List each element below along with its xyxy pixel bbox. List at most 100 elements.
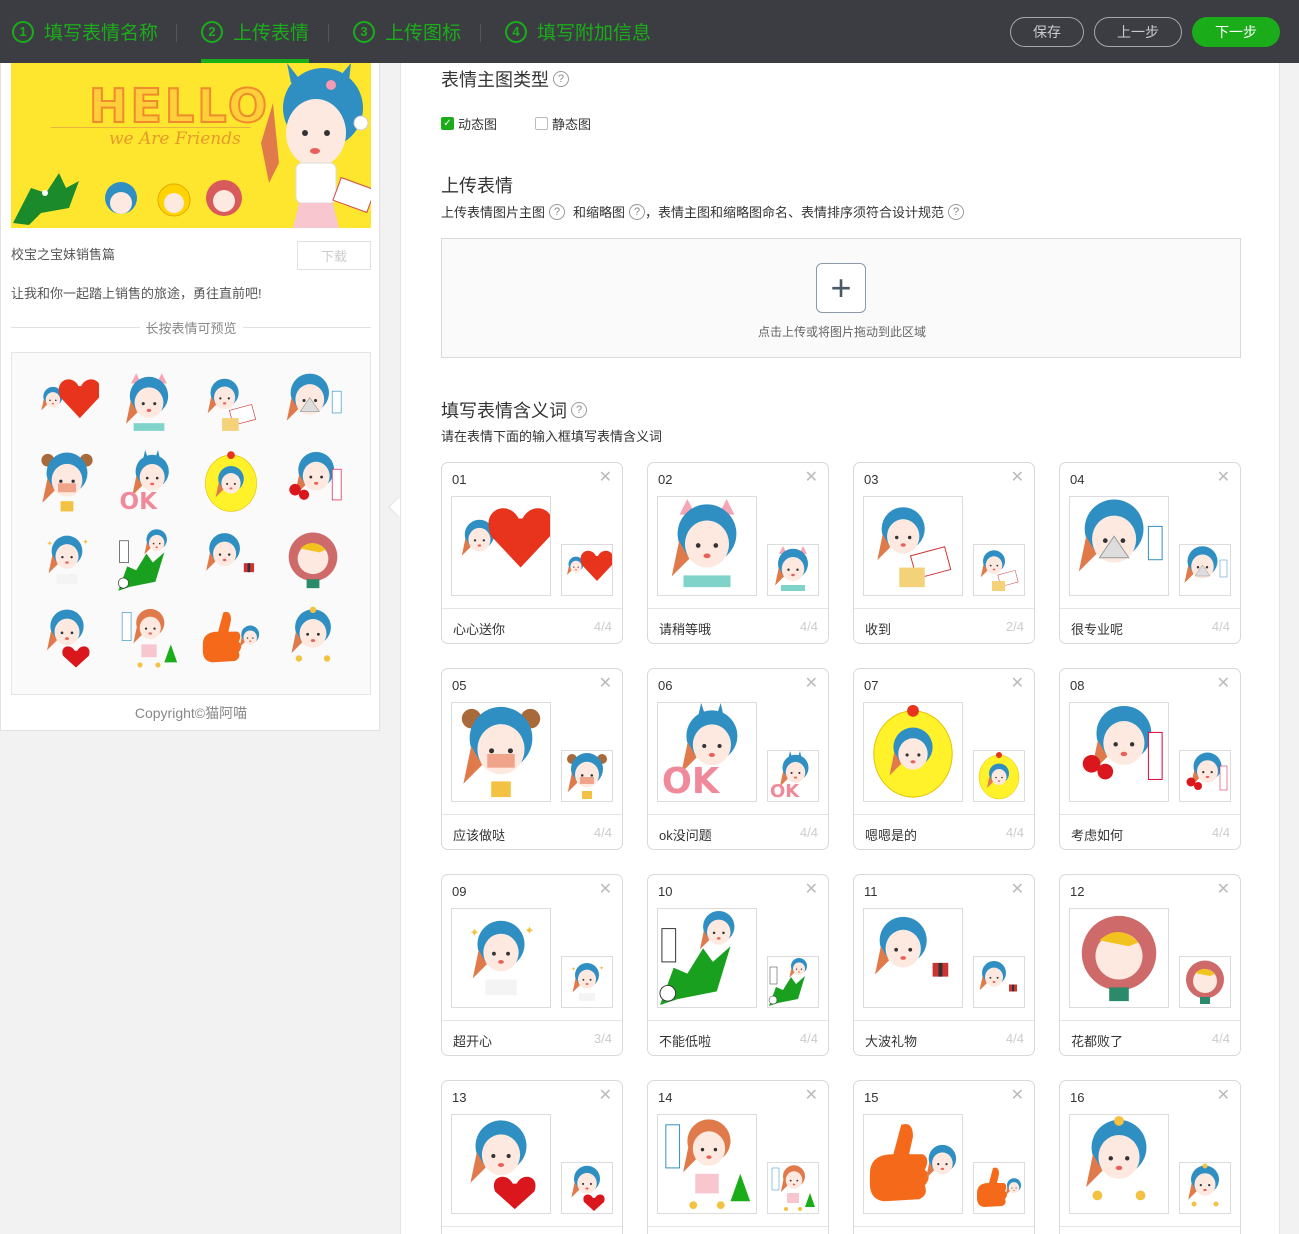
close-icon[interactable]: ✕: [599, 1085, 612, 1105]
meaning-input[interactable]: 超开心 3/4: [442, 1020, 622, 1056]
preview-sticker-13[interactable]: [26, 599, 108, 677]
meaning-input[interactable]: 请稍等哦 4/4: [648, 608, 828, 644]
sticker-thumbnail[interactable]: [973, 956, 1025, 1008]
option-animated-label[interactable]: 动态图: [458, 114, 497, 133]
char-count: 4/4: [1005, 1031, 1024, 1046]
sticker-thumbnail[interactable]: [1179, 1162, 1231, 1214]
preview-sticker-05[interactable]: [26, 443, 108, 521]
sticker-thumbnail[interactable]: [767, 1162, 819, 1214]
close-icon[interactable]: ✕: [1011, 879, 1024, 899]
step-3-upload-icon[interactable]: 3 上传图标: [353, 0, 461, 63]
sticker-thumbnail[interactable]: [973, 1162, 1025, 1214]
step-1-fill-name[interactable]: 1 填写表情名称: [12, 0, 158, 63]
close-icon[interactable]: ✕: [805, 467, 818, 487]
checkbox-checked-icon[interactable]: ✓: [441, 117, 454, 130]
close-icon[interactable]: ✕: [805, 673, 818, 693]
sticker-thumbnail[interactable]: [561, 544, 613, 596]
step-4-extra-info[interactable]: 4 填写附加信息: [505, 0, 651, 63]
sticker-main-image[interactable]: [657, 496, 757, 596]
help-icon[interactable]: ?: [948, 203, 965, 220]
meaning-input[interactable]: 收到 2/4: [854, 608, 1034, 644]
sticker-thumbnail[interactable]: [1179, 750, 1231, 802]
preview-sticker-07[interactable]: [190, 443, 272, 521]
sticker-main-image[interactable]: [863, 702, 963, 802]
preview-sticker-16[interactable]: [272, 599, 354, 677]
close-icon[interactable]: ✕: [599, 467, 612, 487]
meaning-input[interactable]: [854, 1226, 1034, 1234]
meaning-input[interactable]: 应该做哒 4/4: [442, 814, 622, 850]
sticker-thumbnail[interactable]: [1179, 956, 1231, 1008]
close-icon[interactable]: ✕: [805, 879, 818, 899]
sticker-main-image[interactable]: [451, 702, 551, 802]
meaning-input[interactable]: 花都败了 4/4: [1060, 1020, 1240, 1056]
preview-sticker-04[interactable]: [272, 365, 354, 443]
sticker-main-image[interactable]: [657, 908, 757, 1008]
sticker-thumbnail[interactable]: [973, 750, 1025, 802]
preview-sticker-15[interactable]: [190, 599, 272, 677]
meaning-input[interactable]: [1060, 1226, 1240, 1234]
sticker-main-image[interactable]: [863, 496, 963, 596]
preview-sticker-11[interactable]: [190, 521, 272, 599]
meaning-input[interactable]: 心心送你 4/4: [442, 608, 622, 644]
meaning-input[interactable]: 嗯嗯是的 4/4: [854, 814, 1034, 850]
preview-sticker-03[interactable]: [190, 365, 272, 443]
sticker-thumbnail[interactable]: [767, 544, 819, 596]
close-icon[interactable]: ✕: [599, 879, 612, 899]
preview-sticker-12[interactable]: [272, 521, 354, 599]
sticker-main-image[interactable]: [1069, 1114, 1169, 1214]
sticker-thumbnail[interactable]: [561, 750, 613, 802]
close-icon[interactable]: ✕: [1011, 467, 1024, 487]
meaning-input[interactable]: ok没问题 4/4: [648, 814, 828, 850]
sticker-main-image[interactable]: [1069, 908, 1169, 1008]
preview-sticker-08[interactable]: [272, 443, 354, 521]
help-icon[interactable]: ?: [571, 402, 587, 418]
sticker-thumbnail[interactable]: [1179, 544, 1231, 596]
preview-sticker-02[interactable]: [108, 365, 190, 443]
option-static-label[interactable]: 静态图: [552, 114, 591, 133]
sticker-thumbnail[interactable]: ✦ ✦: [561, 956, 613, 1008]
meaning-input[interactable]: 不能低啦 4/4: [648, 1020, 828, 1056]
meaning-input[interactable]: 考虑如何 4/4: [1060, 814, 1240, 850]
sticker-main-image[interactable]: OK: [657, 702, 757, 802]
help-icon[interactable]: ?: [553, 71, 569, 87]
preview-sticker-09[interactable]: ✦ ✦: [26, 521, 108, 599]
plus-icon[interactable]: +: [816, 263, 866, 313]
sticker-main-image[interactable]: [451, 496, 551, 596]
preview-sticker-14[interactable]: [108, 599, 190, 677]
close-icon[interactable]: ✕: [1217, 467, 1230, 487]
sticker-main-image[interactable]: [863, 908, 963, 1008]
close-icon[interactable]: ✕: [1011, 1085, 1024, 1105]
meaning-input[interactable]: [648, 1226, 828, 1234]
sticker-main-image[interactable]: [1069, 496, 1169, 596]
sticker-thumbnail[interactable]: OK: [767, 750, 819, 802]
sticker-main-image[interactable]: ✦ ✦: [451, 908, 551, 1008]
close-icon[interactable]: ✕: [805, 1085, 818, 1105]
help-icon[interactable]: ?: [629, 203, 646, 220]
preview-sticker-01[interactable]: [26, 365, 108, 443]
close-icon[interactable]: ✕: [599, 673, 612, 693]
prev-step-button[interactable]: 上一步: [1094, 17, 1182, 47]
sticker-main-image[interactable]: [863, 1114, 963, 1214]
meaning-input[interactable]: 大波礼物 4/4: [854, 1020, 1034, 1056]
step-2-upload-stickers[interactable]: 2 上传表情: [201, 0, 310, 63]
sticker-thumbnail[interactable]: [767, 956, 819, 1008]
close-icon[interactable]: ✕: [1217, 879, 1230, 899]
sticker-main-image[interactable]: [1069, 702, 1169, 802]
sticker-main-image[interactable]: [657, 1114, 757, 1214]
close-icon[interactable]: ✕: [1011, 673, 1024, 693]
help-icon[interactable]: ?: [549, 203, 566, 220]
save-button[interactable]: 保存: [1010, 17, 1084, 47]
sticker-main-image[interactable]: [451, 1114, 551, 1214]
checkbox-unchecked-icon[interactable]: [535, 117, 549, 130]
preview-sticker-06[interactable]: OK: [108, 443, 190, 521]
upload-drop-zone[interactable]: + 点击上传或将图片拖动到此区域: [441, 238, 1241, 358]
sticker-thumbnail[interactable]: [973, 544, 1025, 596]
close-icon[interactable]: ✕: [1217, 1085, 1230, 1105]
meaning-input[interactable]: [442, 1226, 622, 1234]
sticker-thumbnail[interactable]: [561, 1162, 613, 1214]
close-icon[interactable]: ✕: [1217, 673, 1230, 693]
meaning-input[interactable]: 很专业呢 4/4: [1060, 608, 1240, 644]
next-step-button[interactable]: 下一步: [1192, 17, 1280, 47]
preview-sticker-10[interactable]: [108, 521, 190, 599]
download-button[interactable]: 下载: [297, 241, 371, 270]
